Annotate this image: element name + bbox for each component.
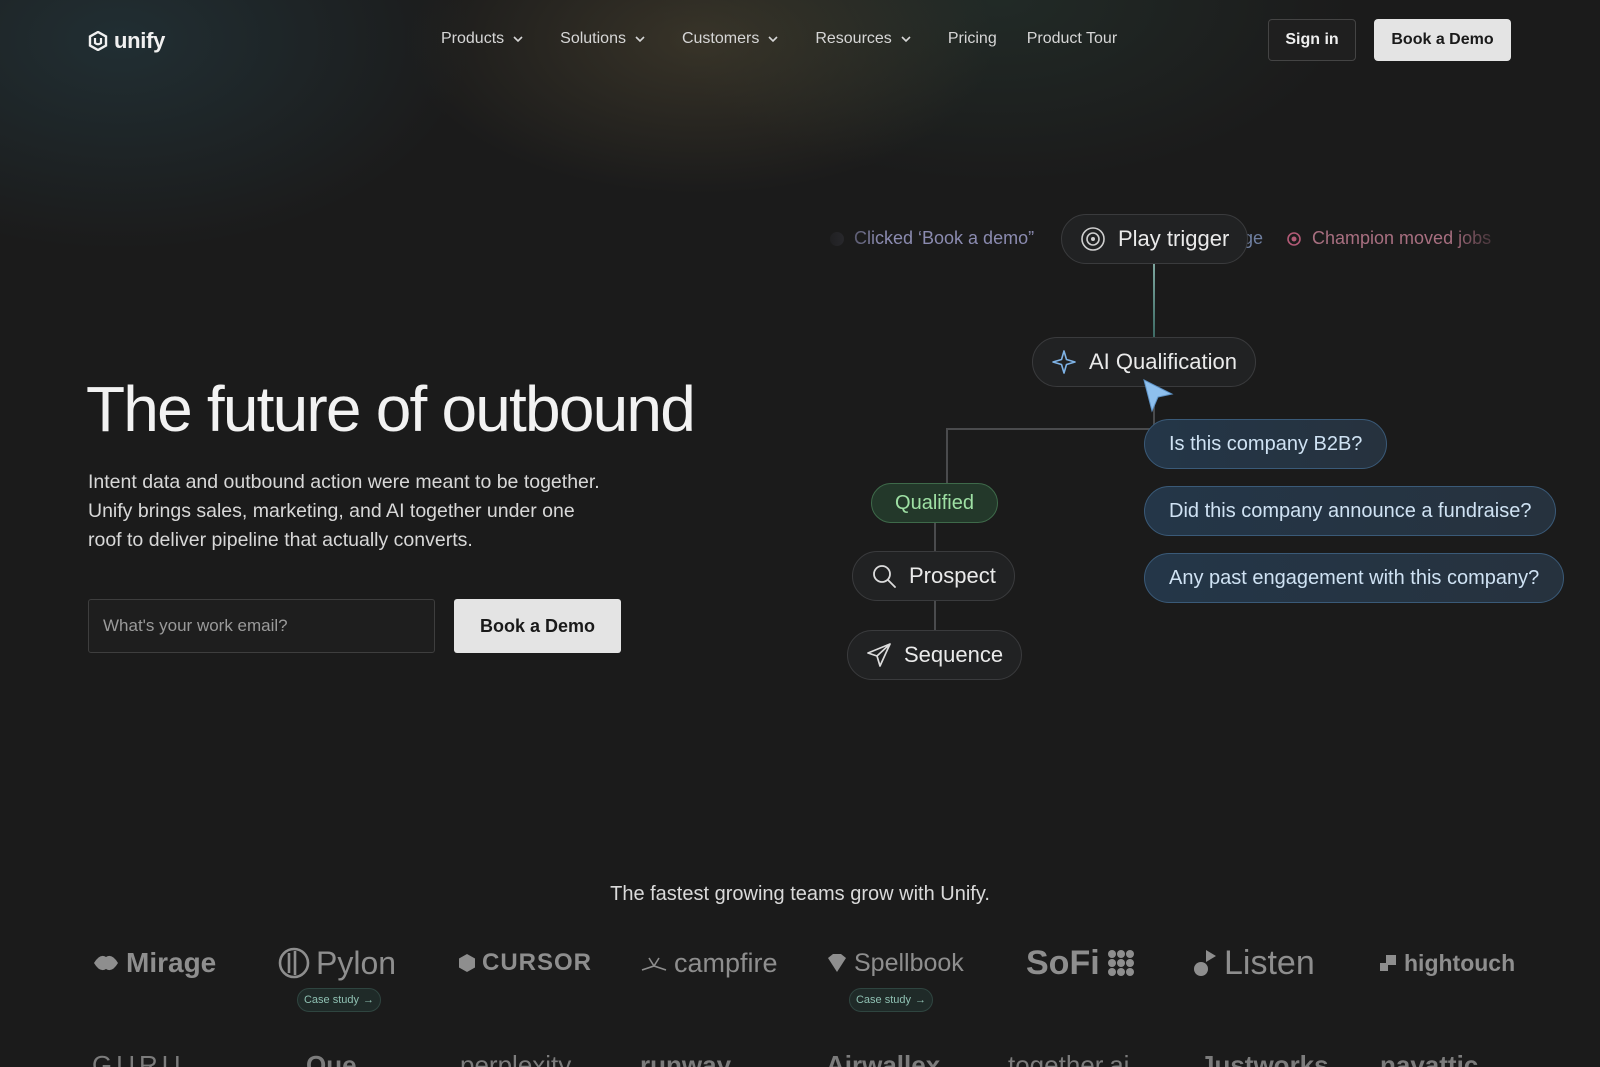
logo-text: Listen <box>1224 943 1315 982</box>
chevron-down-icon <box>513 36 523 43</box>
sparkle-icon <box>1052 350 1076 374</box>
top-navigation: unify Products Solutions Customers Resou… <box>0 0 1600 80</box>
connector-line <box>946 428 1155 430</box>
nav-customers[interactable]: Customers <box>682 30 779 48</box>
logo-mirage[interactable]: Mirage <box>92 940 216 986</box>
logos-heading: The fastest growing teams grow with Unif… <box>610 883 990 905</box>
nav-solutions-label: Solutions <box>560 30 626 47</box>
logo-spellbook[interactable]: Spellbook <box>826 940 964 986</box>
connector-line <box>1153 262 1155 338</box>
question-pill: Any past engagement with this company? <box>1144 553 1565 603</box>
logo-runway[interactable]: runway <box>640 1050 731 1067</box>
chevron-down-icon <box>901 36 911 43</box>
nav-pricing-label: Pricing <box>947 30 997 47</box>
chevron-down-icon <box>635 36 645 43</box>
cursor-logo-icon <box>459 954 475 972</box>
logo-text: CURSOR <box>482 949 593 976</box>
nav-customers-label: Customers <box>681 30 760 47</box>
nav-products-label: Products <box>441 30 505 47</box>
ticker-text: Clicked ‘Book a demo” <box>854 228 1035 248</box>
listen-logo-icon <box>1194 950 1216 976</box>
mirage-logo-icon <box>94 955 118 971</box>
logo-cursor[interactable]: CURSOR <box>458 940 592 986</box>
unify-logo-icon <box>88 31 108 51</box>
sofi-logo-icon <box>1107 950 1134 976</box>
connector-line <box>934 601 936 631</box>
work-email-input[interactable] <box>88 599 435 653</box>
target-icon <box>1081 227 1105 251</box>
nav-links: Products Solutions Customers Resources P… <box>441 30 1147 48</box>
prospect-label: Prospect <box>909 563 996 588</box>
logo-text: SoFi <box>1026 943 1100 982</box>
sign-in-button[interactable]: Sign in <box>1268 19 1356 61</box>
case-study-label: Case study <box>855 994 912 1006</box>
ai-qualification-label: AI Qualification <box>1089 349 1237 374</box>
logo-text: hightouch <box>1404 949 1516 976</box>
sequence-node: Sequence <box>847 630 1023 680</box>
logo-pylon[interactable]: Pylon <box>278 940 396 986</box>
question-pill: Is this company B2B? <box>1144 419 1388 469</box>
logo-hightouch[interactable]: hightouch <box>1378 940 1515 986</box>
logo-que[interactable]: Que <box>306 1050 357 1067</box>
pointer-cursor-icon <box>1143 379 1174 413</box>
campfire-logo-icon <box>641 957 667 971</box>
case-study-badge-pylon[interactable]: Case study → <box>297 988 381 1012</box>
connector-line <box>934 522 936 552</box>
logo-campfire[interactable]: campfire <box>640 940 778 986</box>
logo-guru[interactable]: GURU <box>92 1050 185 1067</box>
logo-text: campfire <box>674 947 778 978</box>
nav-resources[interactable]: Resources <box>815 30 911 48</box>
nav-pricing[interactable]: Pricing <box>948 30 997 48</box>
book-demo-nav-button[interactable]: Book a Demo <box>1374 19 1511 61</box>
unify-logo[interactable]: unify <box>88 28 165 54</box>
send-icon <box>867 643 891 667</box>
hightouch-logo-icon <box>1380 955 1396 971</box>
logo-text: unify <box>114 28 166 53</box>
logo-justworks[interactable]: Justworks <box>1200 1050 1329 1067</box>
hero-title: The future of outbound <box>86 373 696 445</box>
chevron-down-icon <box>768 36 778 43</box>
logo-perplexity[interactable]: perplexity <box>460 1050 571 1067</box>
target-dot-icon <box>1287 231 1301 246</box>
case-study-badge-spellbook[interactable]: Case study → <box>849 988 933 1012</box>
customer-logos-row-2: GURU Que perplexity runway Airwallex tog… <box>88 1050 1512 1067</box>
prospect-node: Prospect <box>852 551 1015 601</box>
customer-logos-row: Mirage Pylon CURSOR campfire Spellbook S… <box>88 940 1515 990</box>
spellbook-logo-icon <box>828 954 846 972</box>
nav-resources-label: Resources <box>815 30 892 47</box>
sequence-label: Sequence <box>904 642 1004 667</box>
logo-airwallex[interactable]: Airwallex <box>826 1050 940 1067</box>
nav-products[interactable]: Products <box>441 30 524 48</box>
logo-text: Spellbook <box>854 948 964 977</box>
arrow-right-icon: → <box>363 994 375 1006</box>
play-trigger-label: Play trigger <box>1118 226 1230 251</box>
connector-line <box>946 428 948 484</box>
pylon-logo-icon <box>278 947 310 979</box>
nav-solutions[interactable]: Solutions <box>560 30 646 48</box>
book-demo-hero-button[interactable]: Book a Demo <box>454 599 621 653</box>
logo-text: Pylon <box>316 944 397 981</box>
question-pill: Did this company announce a fundraise? <box>1144 486 1557 536</box>
search-icon <box>873 565 896 588</box>
hero-subtitle: Intent data and outbound action were mea… <box>88 471 600 551</box>
nav-product-tour-label: Product Tour <box>1026 30 1118 47</box>
ticker-fade-right <box>1450 218 1510 260</box>
qualified-badge: Qualified <box>871 483 998 523</box>
logo-listen[interactable]: Listen <box>1192 940 1315 986</box>
nav-product-tour[interactable]: Product Tour <box>1027 30 1117 48</box>
logo-navattic[interactable]: navattic <box>1380 1050 1478 1067</box>
play-trigger-node: Play trigger <box>1061 214 1249 264</box>
logo-together[interactable]: together.ai <box>1008 1050 1129 1067</box>
ticker-fade-left <box>820 218 880 260</box>
case-study-label: Case study <box>303 994 360 1006</box>
logo-text: Mirage <box>126 947 217 978</box>
logo-sofi[interactable]: SoFi <box>1026 940 1136 986</box>
arrow-right-icon: → <box>915 994 927 1006</box>
